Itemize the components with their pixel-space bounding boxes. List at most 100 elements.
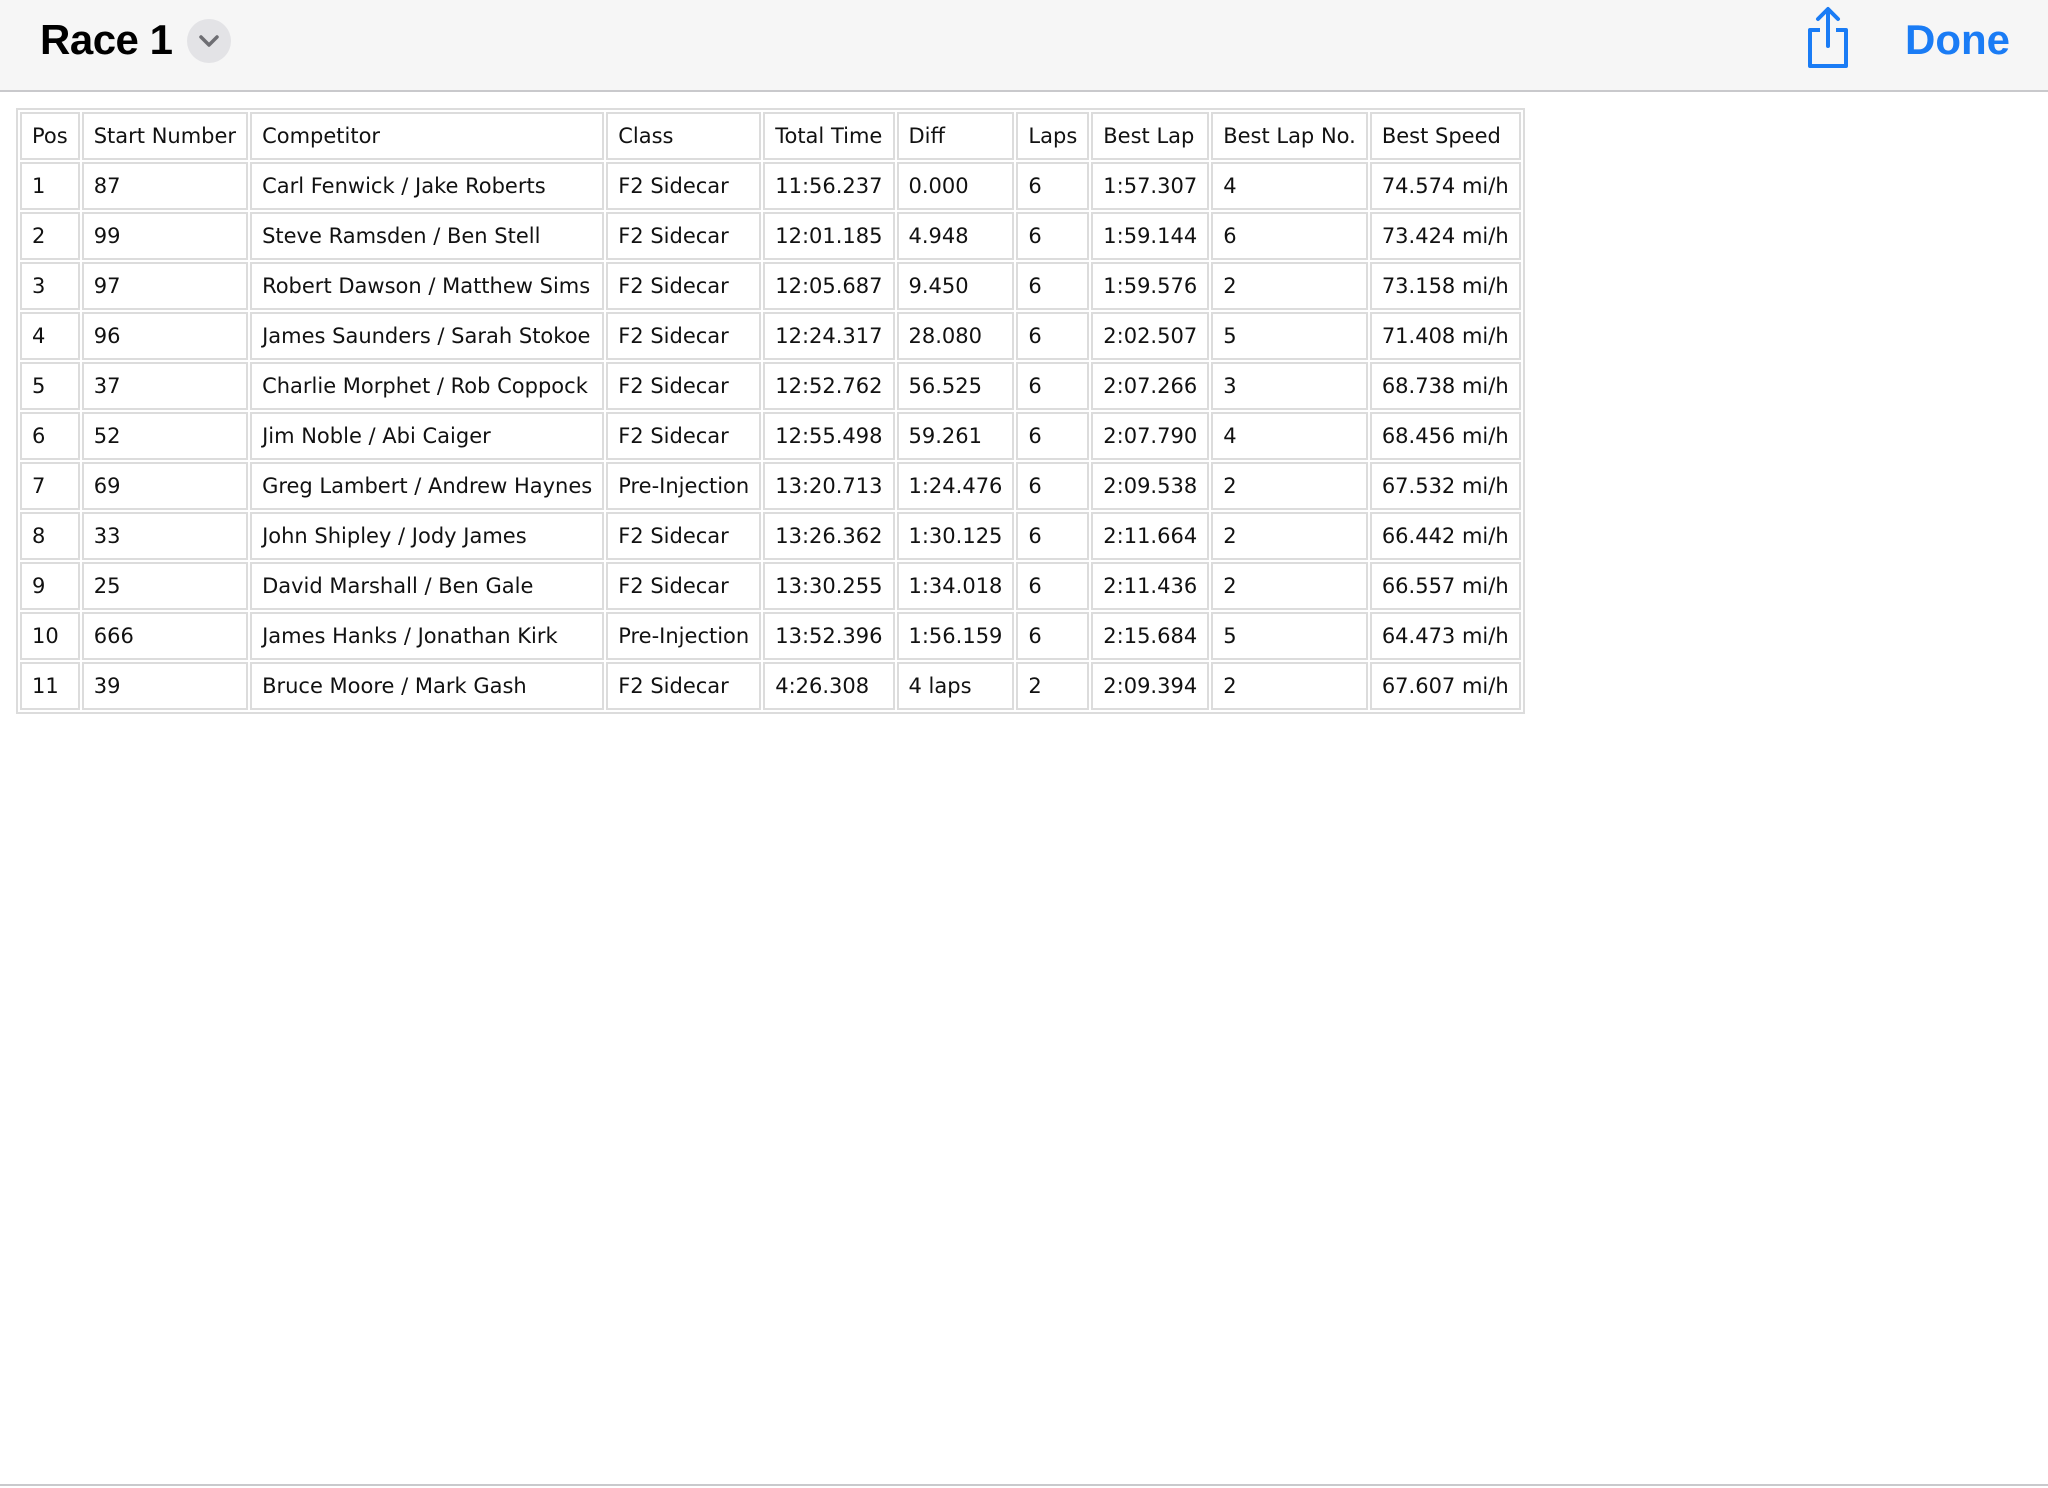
- cell-start-number: 52: [81, 412, 249, 460]
- bottom-divider: [0, 1484, 2048, 1486]
- cell-total-time: 12:55.498: [763, 412, 895, 460]
- cell-competitor: Charlie Morphet / Rob Coppock: [250, 362, 605, 410]
- cell-best-lap-no: 2: [1211, 562, 1368, 610]
- cell-competitor: Steve Ramsden / Ben Stell: [250, 212, 605, 260]
- cell-best-speed: 73.158 mi/h: [1369, 262, 1521, 310]
- cell-best-speed: 74.574 mi/h: [1369, 162, 1521, 210]
- column-header-total-time: Total Time: [763, 112, 895, 160]
- cell-competitor: James Hanks / Jonathan Kirk: [250, 612, 605, 660]
- cell-best-lap: 2:11.664: [1091, 512, 1210, 560]
- cell-diff: 1:34.018: [896, 562, 1015, 610]
- cell-best-lap-no: 5: [1211, 312, 1368, 360]
- cell-diff: 4.948: [896, 212, 1015, 260]
- cell-pos: 2: [20, 212, 80, 260]
- cell-best-speed: 67.532 mi/h: [1369, 462, 1521, 510]
- cell-best-lap: 2:02.507: [1091, 312, 1210, 360]
- cell-pos: 7: [20, 462, 80, 510]
- column-header-laps: Laps: [1016, 112, 1090, 160]
- cell-pos: 9: [20, 562, 80, 610]
- table-row: 2 99 Steve Ramsden / Ben Stell F2 Sideca…: [20, 212, 1521, 260]
- cell-best-lap: 2:11.436: [1091, 562, 1210, 610]
- column-header-competitor: Competitor: [250, 112, 605, 160]
- column-header-class: Class: [606, 112, 762, 160]
- cell-total-time: 13:20.713: [763, 462, 895, 510]
- column-header-best-lap-no: Best Lap No.: [1211, 112, 1368, 160]
- cell-best-lap: 2:15.684: [1091, 612, 1210, 660]
- table-row: 1 87 Carl Fenwick / Jake Roberts F2 Side…: [20, 162, 1521, 210]
- cell-best-lap-no: 6: [1211, 212, 1368, 260]
- cell-competitor: James Saunders / Sarah Stokoe: [250, 312, 605, 360]
- cell-best-lap-no: 2: [1211, 662, 1368, 710]
- cell-pos: 3: [20, 262, 80, 310]
- column-header-start-number: Start Number: [81, 112, 249, 160]
- cell-total-time: 12:24.317: [763, 312, 895, 360]
- share-icon: [1808, 7, 1848, 68]
- column-header-diff: Diff: [896, 112, 1015, 160]
- cell-pos: 11: [20, 662, 80, 710]
- cell-pos: 8: [20, 512, 80, 560]
- title-menu-button[interactable]: [187, 19, 231, 63]
- cell-best-speed: 66.442 mi/h: [1369, 512, 1521, 560]
- cell-start-number: 96: [81, 312, 249, 360]
- cell-laps: 6: [1016, 612, 1090, 660]
- cell-class: F2 Sidecar: [606, 312, 762, 360]
- cell-best-lap: 2:07.266: [1091, 362, 1210, 410]
- page-title: Race 1: [40, 16, 173, 63]
- column-header-best-lap: Best Lap: [1091, 112, 1210, 160]
- cell-class: F2 Sidecar: [606, 662, 762, 710]
- cell-start-number: 39: [81, 662, 249, 710]
- cell-diff: 56.525: [896, 362, 1015, 410]
- cell-start-number: 25: [81, 562, 249, 610]
- cell-diff: 9.450: [896, 262, 1015, 310]
- cell-best-lap-no: 4: [1211, 412, 1368, 460]
- cell-total-time: 12:05.687: [763, 262, 895, 310]
- cell-best-speed: 71.408 mi/h: [1369, 312, 1521, 360]
- cell-start-number: 97: [81, 262, 249, 310]
- column-header-pos: Pos: [20, 112, 80, 160]
- results-table: Pos Start Number Competitor Class Total …: [16, 108, 1525, 714]
- share-button[interactable]: [1802, 6, 1854, 70]
- cell-competitor: Carl Fenwick / Jake Roberts: [250, 162, 605, 210]
- cell-laps: 6: [1016, 312, 1090, 360]
- cell-class: F2 Sidecar: [606, 562, 762, 610]
- cell-pos: 5: [20, 362, 80, 410]
- cell-laps: 6: [1016, 362, 1090, 410]
- cell-best-lap-no: 2: [1211, 512, 1368, 560]
- cell-best-speed: 64.473 mi/h: [1369, 612, 1521, 660]
- cell-start-number: 87: [81, 162, 249, 210]
- cell-competitor: John Shipley / Jody James: [250, 512, 605, 560]
- cell-start-number: 33: [81, 512, 249, 560]
- cell-class: Pre-Injection: [606, 462, 762, 510]
- cell-laps: 6: [1016, 262, 1090, 310]
- navigation-bar: Race 1 Done: [0, 0, 2048, 92]
- table-row: 3 97 Robert Dawson / Matthew Sims F2 Sid…: [20, 262, 1521, 310]
- cell-class: F2 Sidecar: [606, 412, 762, 460]
- cell-pos: 1: [20, 162, 80, 210]
- column-header-best-speed: Best Speed: [1369, 112, 1521, 160]
- cell-class: Pre-Injection: [606, 612, 762, 660]
- cell-competitor: David Marshall / Ben Gale: [250, 562, 605, 610]
- done-button[interactable]: Done: [1880, 14, 2010, 66]
- cell-total-time: 12:52.762: [763, 362, 895, 410]
- cell-total-time: 11:56.237: [763, 162, 895, 210]
- cell-total-time: 13:26.362: [763, 512, 895, 560]
- table-row: 10 666 James Hanks / Jonathan Kirk Pre-I…: [20, 612, 1521, 660]
- cell-best-lap: 1:59.144: [1091, 212, 1210, 260]
- cell-competitor: Greg Lambert / Andrew Haynes: [250, 462, 605, 510]
- table-row: 5 37 Charlie Morphet / Rob Coppock F2 Si…: [20, 362, 1521, 410]
- cell-diff: 1:30.125: [896, 512, 1015, 560]
- cell-competitor: Bruce Moore / Mark Gash: [250, 662, 605, 710]
- cell-best-lap: 1:57.307: [1091, 162, 1210, 210]
- cell-laps: 6: [1016, 462, 1090, 510]
- cell-best-speed: 67.607 mi/h: [1369, 662, 1521, 710]
- cell-start-number: 666: [81, 612, 249, 660]
- table-row: 7 69 Greg Lambert / Andrew Haynes Pre-In…: [20, 462, 1521, 510]
- cell-start-number: 69: [81, 462, 249, 510]
- cell-class: F2 Sidecar: [606, 512, 762, 560]
- cell-total-time: 13:52.396: [763, 612, 895, 660]
- table-row: 4 96 James Saunders / Sarah Stokoe F2 Si…: [20, 312, 1521, 360]
- table-row: 11 39 Bruce Moore / Mark Gash F2 Sidecar…: [20, 662, 1521, 710]
- cell-best-lap-no: 2: [1211, 262, 1368, 310]
- cell-competitor: Robert Dawson / Matthew Sims: [250, 262, 605, 310]
- cell-pos: 6: [20, 412, 80, 460]
